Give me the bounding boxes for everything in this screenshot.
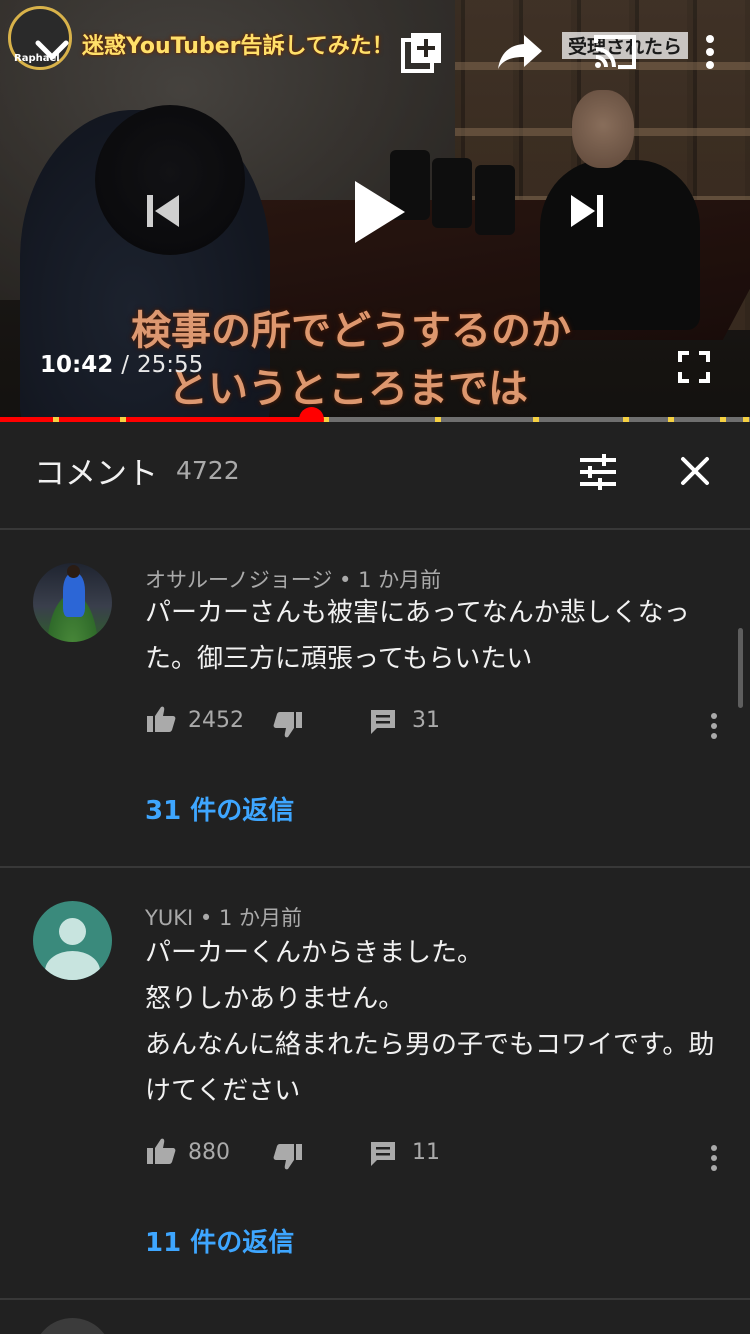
fullscreen-icon [678,351,710,383]
like-count: 2452 [188,708,244,733]
reply-button[interactable] [367,706,399,738]
comment-actions: 2452 31 [145,702,745,742]
fullscreen-button[interactable] [672,345,716,389]
add-to-queue-icon [401,33,441,73]
comment-text: パーカーさんも被害にあってなんか悲しくなった。御三方に頑張ってもらいたい [145,598,690,674]
play-icon [355,181,405,243]
collapse-button[interactable] [26,28,78,72]
comments-title: コメント [34,456,158,492]
meta-separator: • [199,906,213,930]
video-subtitle-line-1: 検事の所でどうするのか [131,308,571,354]
sort-filter-icon [580,454,616,490]
thumb-down-icon [273,1144,302,1170]
view-replies-link[interactable]: 11 件の返信 [145,1222,294,1259]
duration: 25:55 [137,352,204,378]
playback-time: 10:42 / 25:55 [40,352,203,378]
skip-next-icon [571,195,603,227]
close-comments-button[interactable] [672,448,718,494]
comments-count: 4722 [176,456,240,485]
avatar-figure [63,573,85,617]
reply-count: 31 [412,708,440,733]
current-time: 10:42 [40,352,114,378]
more-options-button[interactable] [692,28,728,76]
view-replies-link[interactable]: 31 件の返信 [145,790,294,827]
comment-more-button[interactable] [702,706,726,746]
video-player[interactable]: Raphael 迷惑YouTuber告訴してみた！ 受理されたら 検事の所でどう… [0,0,750,421]
like-count: 880 [188,1140,230,1165]
comment-author[interactable]: オサルーノジョージ [145,568,332,592]
dislike-button[interactable] [271,1140,305,1174]
previous-video-button[interactable] [136,186,190,236]
comment-divider [0,866,750,868]
share-button[interactable] [494,30,546,74]
dislike-button[interactable] [271,708,305,742]
video-title-overlay: 迷惑YouTuber告訴してみた！ [82,34,394,59]
close-icon [681,457,709,485]
comment-more-button[interactable] [702,1138,726,1178]
cast-button[interactable] [590,30,640,74]
like-button[interactable] [145,1134,177,1168]
skip-previous-icon [147,195,179,227]
chevron-down-icon [35,40,69,60]
more-vertical-icon [711,713,717,739]
default-avatar-head [59,918,86,945]
avatar-figure-head [67,565,80,578]
comment-meta: YUKI • 1 か月前 [145,902,302,932]
thumb-up-icon [147,1138,176,1164]
avatar[interactable] [33,901,112,980]
more-vertical-icon [711,1145,717,1171]
add-to-playlist-button[interactable] [398,28,446,76]
thumb-up-icon [147,706,176,732]
avatar[interactable] [33,563,112,642]
comment-icon [371,710,395,734]
comment-text: パーカーくんからきました。 怒りしかありません。 あんなんに絡まれたら男の子でも… [145,938,715,1106]
sort-comments-button[interactable] [574,448,622,496]
comments-scrollbar[interactable] [738,628,743,708]
reply-count: 11 [412,1140,440,1165]
comment-actions: 880 11 [145,1134,745,1174]
next-video-button[interactable] [560,186,614,236]
comment-time: 1 か月前 [358,568,442,592]
cast-icon [594,35,636,69]
reply-button[interactable] [367,1138,399,1170]
avatar[interactable] [33,1318,112,1334]
comment-icon [371,1142,395,1166]
more-vertical-icon [706,35,714,69]
share-icon [498,35,542,69]
comment-time: 1 か月前 [218,906,302,930]
default-avatar-body [45,951,100,980]
comment-author[interactable]: YUKI [145,906,193,930]
thumb-down-icon [273,712,302,738]
time-separator: / [121,352,129,378]
app-root: Raphael 迷惑YouTuber告訴してみた！ 受理されたら 検事の所でどう… [0,0,750,1334]
play-button[interactable] [344,172,414,252]
like-button[interactable] [145,702,177,736]
comment-divider [0,1298,750,1300]
meta-separator: • [339,568,352,592]
